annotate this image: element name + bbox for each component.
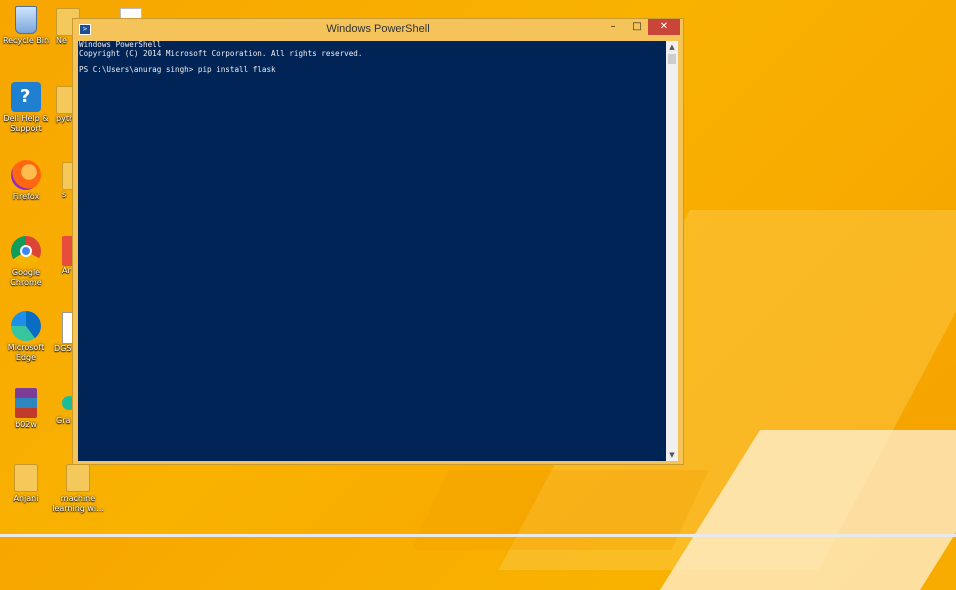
firefox-icon [11,160,41,190]
window-title: Windows PowerShell [326,23,430,35]
scroll-thumb[interactable] [668,54,676,64]
close-button[interactable]: ✕ [648,19,680,35]
maximize-button[interactable]: □ [625,19,649,35]
desktop-icon-recycle-bin[interactable]: Recycle Bin [0,6,52,46]
help-icon [11,82,41,112]
console-line: Copyright (C) 2014 Microsoft Corporation… [79,48,363,58]
desktop-icon-dell-help[interactable]: Dell Help & Support [0,82,52,134]
folder-icon [14,464,38,492]
desktop-icon-machine-learning[interactable]: machine learning wi... [50,464,106,514]
minimize-button[interactable]: – [601,19,625,35]
scroll-down-arrow-icon[interactable]: ▼ [666,449,678,461]
vertical-scrollbar[interactable]: ▲ ▼ [666,41,678,461]
folder-icon [66,464,90,492]
desktop-icon-edge[interactable]: Microsoft Edge [0,311,52,363]
winrar-icon [15,388,37,418]
title-bar[interactable]: > Windows PowerShell – □ ✕ [73,19,683,41]
desktop-icon-firefox[interactable]: Firefox [0,160,52,202]
scroll-up-arrow-icon[interactable]: ▲ [666,41,678,53]
desktop-icon-b02w[interactable]: b02w [0,388,52,430]
powershell-window[interactable]: > Windows PowerShell – □ ✕ Windows Power… [72,18,684,465]
console-output[interactable]: Windows PowerShell Copyright (C) 2014 Mi… [78,41,666,461]
console-prompt-line: PS C:\Users\anurag singh> pip install fl… [79,65,276,75]
wallpaper-pane [411,470,709,550]
chrome-icon [11,236,41,266]
edge-icon [11,311,41,341]
recycle-bin-icon [15,6,37,34]
desktop-icon-anjani[interactable]: Anjani [0,464,52,504]
desktop-icon-chrome[interactable]: Google Chrome [0,236,52,288]
